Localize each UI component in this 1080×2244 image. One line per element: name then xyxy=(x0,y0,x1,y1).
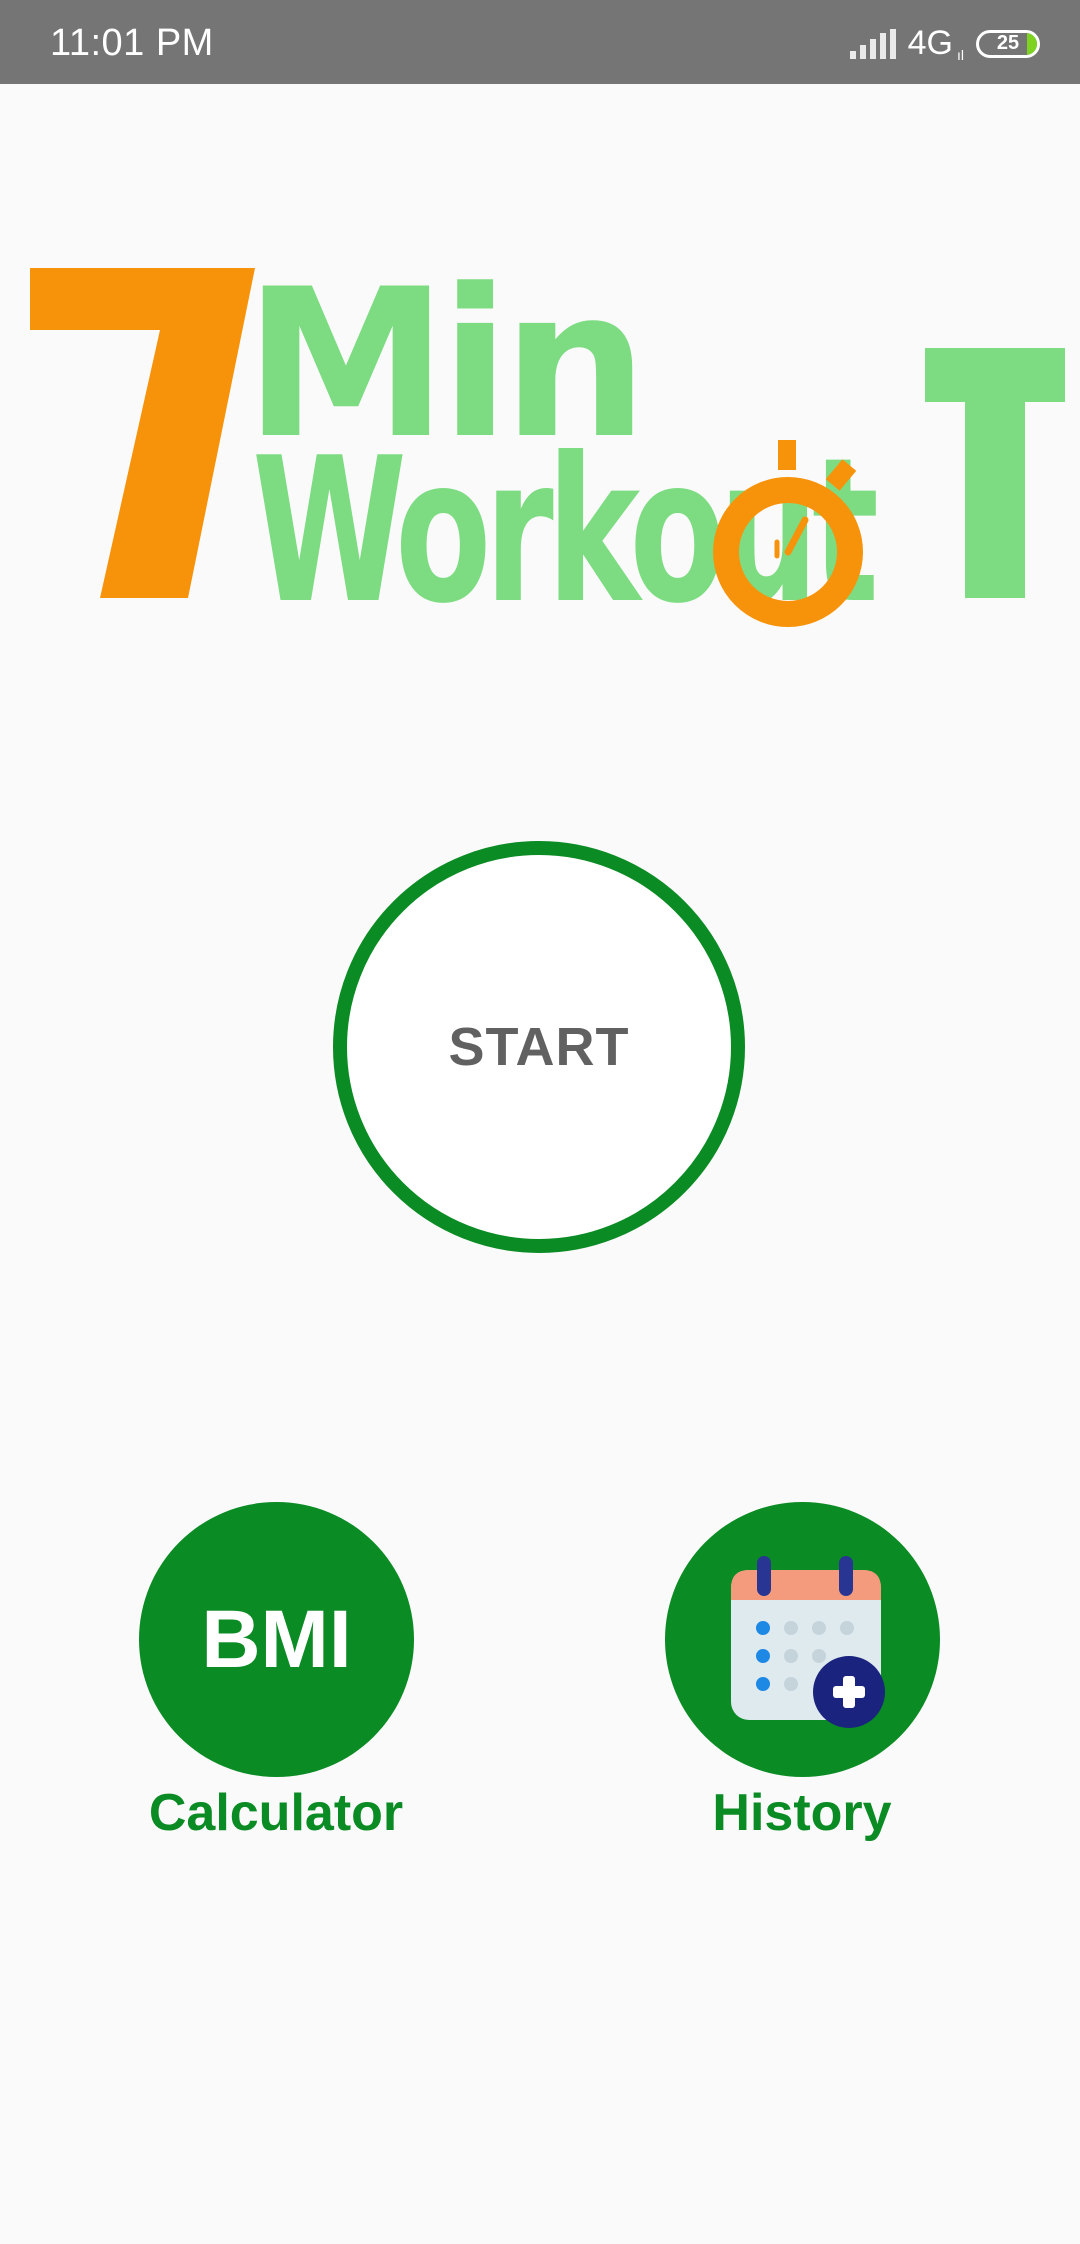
app-logo: Min Workout xyxy=(30,250,1065,640)
start-button[interactable]: START xyxy=(333,841,745,1253)
history-button[interactable] xyxy=(665,1502,940,1777)
logo-t xyxy=(925,348,1065,598)
network-type: 4G xyxy=(907,24,953,62)
logo-seven xyxy=(30,268,255,598)
status-bar: 11:01 PM 4G ıl 25 xyxy=(0,0,1080,84)
bmi-label: BMI xyxy=(201,1593,352,1685)
signal-icon xyxy=(849,28,896,59)
status-time: 11:01 PM xyxy=(50,22,214,64)
status-icons: 4G ıl 25 xyxy=(849,24,1040,63)
start-label: START xyxy=(448,1017,630,1077)
network-activity-icon: ıl xyxy=(957,47,964,63)
battery-level: 25 xyxy=(996,32,1020,55)
bmi-caption[interactable]: Calculator xyxy=(126,1783,426,1843)
battery-icon: 25 xyxy=(976,29,1040,58)
calendar-add-icon xyxy=(730,1555,885,1728)
bmi-calculator-button[interactable]: BMI xyxy=(139,1502,414,1777)
history-caption[interactable]: History xyxy=(652,1783,952,1843)
